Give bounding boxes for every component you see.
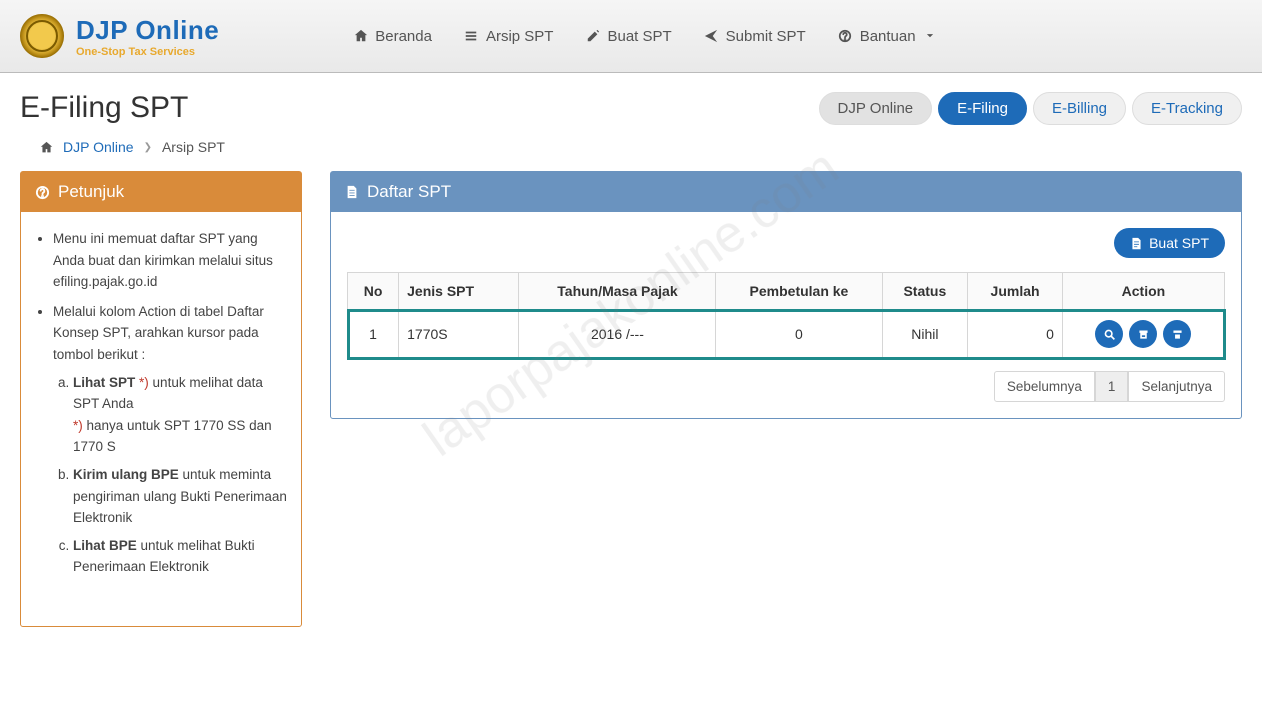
lihat-bpe-button[interactable]	[1163, 320, 1191, 348]
petunjuk-item-1: Menu ini memuat daftar SPT yang Anda bua…	[53, 228, 287, 293]
cell-jumlah: 0	[968, 310, 1063, 359]
breadcrumb: DJP Online ❯ Arsip SPT	[0, 131, 1262, 171]
breadcrumb-current: Arsip SPT	[162, 139, 225, 155]
col-jumlah: Jumlah	[968, 273, 1063, 310]
help-icon	[838, 29, 853, 44]
nav-arsip-spt[interactable]: Arsip SPT	[450, 20, 568, 53]
pager-prev[interactable]: Sebelumnya	[994, 371, 1095, 402]
pill-e-filing[interactable]: E-Filing	[938, 92, 1027, 125]
petunjuk-title: Petunjuk	[58, 182, 124, 202]
cell-action	[1062, 310, 1224, 359]
lihat-spt-button[interactable]	[1095, 320, 1123, 348]
edit-icon	[585, 29, 600, 44]
pill-e-tracking[interactable]: E-Tracking	[1132, 92, 1242, 125]
col-pembetulan: Pembetulan ke	[716, 273, 882, 310]
cell-pembetulan: 0	[716, 310, 882, 359]
cell-status: Nihil	[882, 310, 968, 359]
breadcrumb-root[interactable]: DJP Online	[63, 139, 134, 155]
petunjuk-panel: Petunjuk Menu ini memuat daftar SPT yang…	[20, 171, 302, 627]
petunjuk-item-2: Melalui kolom Action di tabel Daftar Kon…	[53, 301, 287, 578]
daftar-spt-title: Daftar SPT	[367, 182, 451, 202]
main-nav: Beranda Arsip SPT Buat SPT Submit SPT Ba…	[339, 20, 951, 53]
pill-djp-online[interactable]: DJP Online	[819, 92, 933, 125]
col-status: Status	[882, 273, 968, 310]
nav-submit-spt[interactable]: Submit SPT	[690, 20, 820, 53]
pager-page-1[interactable]: 1	[1095, 371, 1129, 402]
list-icon	[464, 29, 479, 44]
petunjuk-sub-b: Kirim ulang BPE untuk meminta pengiriman…	[73, 464, 287, 529]
info-icon	[35, 185, 50, 200]
nav-buat-spt[interactable]: Buat SPT	[571, 20, 685, 53]
daftar-spt-panel: Daftar SPT Buat SPT No Jenis SPT	[330, 171, 1242, 419]
top-navbar: DJP Online One-Stop Tax Services Beranda…	[0, 0, 1262, 73]
col-jenis: Jenis SPT	[399, 273, 519, 310]
chevron-right-icon: ❯	[144, 142, 152, 153]
document-icon	[1130, 237, 1143, 250]
buat-spt-button[interactable]: Buat SPT	[1114, 228, 1225, 258]
col-tahun: Tahun/Masa Pajak	[519, 273, 716, 310]
service-pill-group: DJP Online E-Filing E-Billing E-Tracking	[819, 92, 1242, 125]
chevron-down-icon	[923, 29, 938, 44]
cell-tahun: 2016 /---	[519, 310, 716, 359]
page-title: E-Filing SPT	[20, 91, 188, 125]
table-row[interactable]: 1 1770S 2016 /--- 0 Nihil 0	[348, 310, 1225, 359]
home-icon	[40, 141, 53, 154]
pagination: Sebelumnya 1 Selanjutnya	[347, 371, 1225, 402]
petunjuk-sub-c: Lihat BPE untuk melihat Bukti Penerimaan…	[73, 535, 287, 578]
cell-no: 1	[348, 310, 399, 359]
brand-subtitle: One-Stop Tax Services	[76, 46, 219, 58]
send-icon	[704, 29, 719, 44]
page-header: E-Filing SPT DJP Online E-Filing E-Billi…	[0, 73, 1262, 131]
col-action: Action	[1062, 273, 1224, 310]
document-icon	[345, 185, 359, 199]
nav-beranda[interactable]: Beranda	[339, 20, 446, 53]
spt-table: No Jenis SPT Tahun/Masa Pajak Pembetulan…	[347, 272, 1225, 359]
seal-icon	[20, 14, 64, 58]
petunjuk-sub-a: Lihat SPT *) untuk melihat data SPT Anda…	[73, 372, 287, 458]
cell-jenis: 1770S	[399, 310, 519, 359]
brand-title: DJP Online	[76, 15, 219, 46]
pill-e-billing[interactable]: E-Billing	[1033, 92, 1126, 125]
brand-logo: DJP Online One-Stop Tax Services	[20, 14, 219, 58]
pager-next[interactable]: Selanjutnya	[1128, 371, 1225, 402]
kirim-ulang-bpe-button[interactable]	[1129, 320, 1157, 348]
nav-bantuan[interactable]: Bantuan	[824, 20, 952, 53]
home-icon	[353, 29, 368, 44]
col-no: No	[348, 273, 399, 310]
